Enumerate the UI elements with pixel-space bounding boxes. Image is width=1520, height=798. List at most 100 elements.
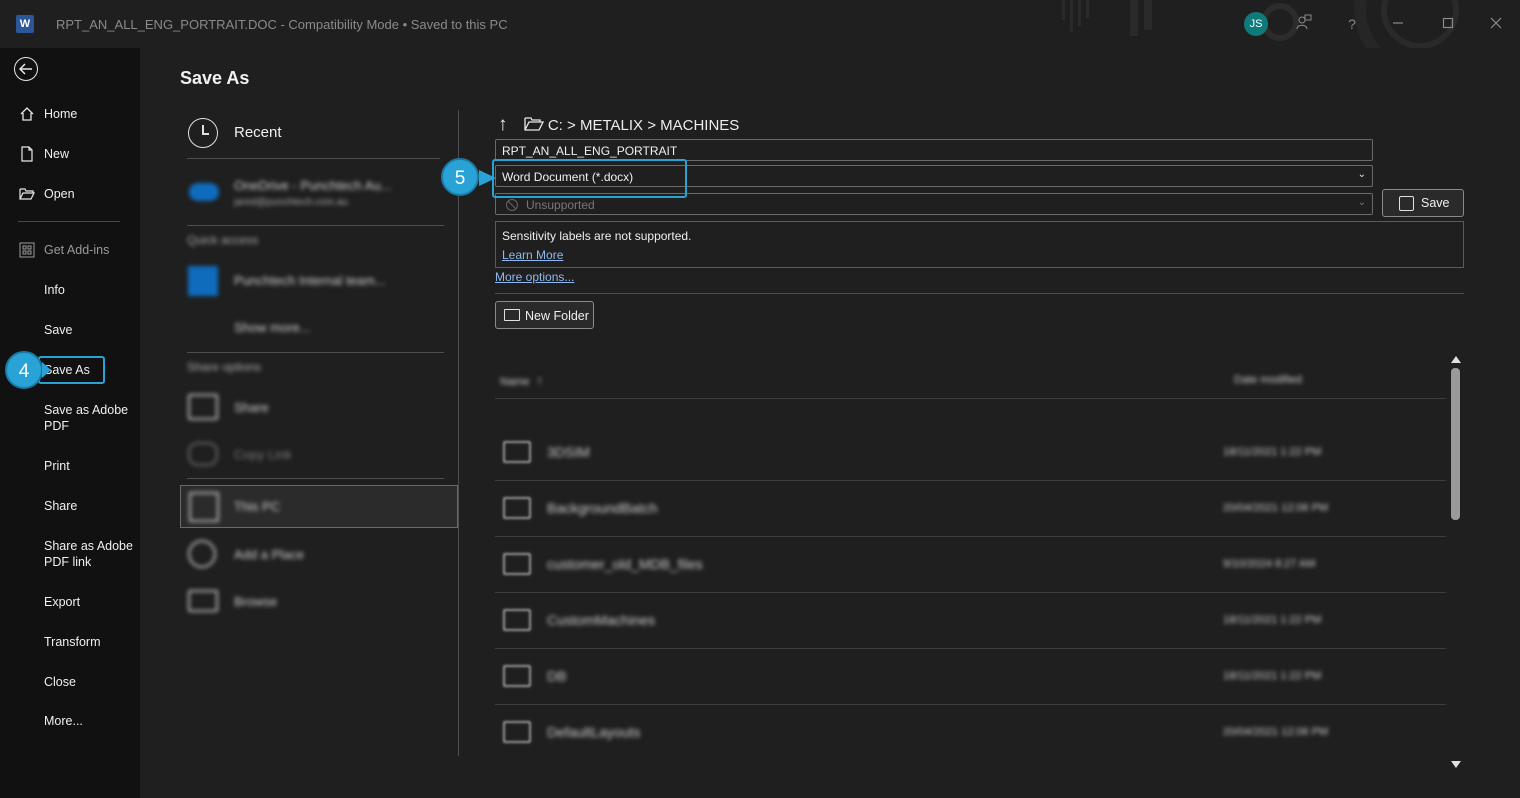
- path-separator: >: [567, 117, 576, 134]
- onedrive-icon: [189, 183, 219, 201]
- window-title: RPT_AN_ALL_ENG_PORTRAIT.DOC - Compatibil…: [56, 17, 508, 32]
- word-logo-icon: W: [16, 15, 34, 33]
- show-more-link[interactable]: Show more...: [234, 320, 311, 335]
- file-row[interactable]: DB 18/11/2021 1:22 PM: [495, 649, 1446, 703]
- nav-more[interactable]: More...: [0, 713, 140, 729]
- page-title: Save As: [180, 68, 250, 88]
- save-button[interactable]: Save: [1382, 189, 1464, 217]
- new-folder-button[interactable]: New Folder: [495, 301, 594, 329]
- path-metalix[interactable]: METALIX: [580, 117, 643, 134]
- browse-location[interactable]: Browse: [234, 594, 277, 609]
- user-avatar[interactable]: JS: [1244, 12, 1268, 36]
- column-header-name-label: Name: [500, 376, 530, 388]
- nav-share[interactable]: Share: [0, 498, 140, 514]
- pane-divider: [458, 110, 459, 756]
- add-place-location[interactable]: Add a Place: [234, 547, 304, 562]
- scroll-up-icon[interactable]: [1450, 354, 1462, 364]
- learn-more-link[interactable]: Learn More: [502, 248, 563, 262]
- folder-icon: [503, 721, 531, 743]
- help-icon[interactable]: ?: [1342, 14, 1362, 34]
- step-5-callout: 5: [441, 158, 479, 196]
- new-doc-icon: [19, 146, 35, 162]
- nav-divider: [18, 221, 120, 222]
- close-window-icon[interactable]: [1486, 14, 1506, 34]
- open-folder-icon: [19, 186, 35, 202]
- share-location[interactable]: Share: [234, 400, 269, 415]
- team-location[interactable]: Punchtech Internal team...: [234, 273, 386, 288]
- compat-mode-label: Compatibility Mode: [288, 17, 399, 32]
- up-folder-icon[interactable]: ↑: [498, 114, 508, 135]
- file-row[interactable]: DefaultLayouts 20/04/2021 12:06 PM: [495, 705, 1446, 759]
- maximize-icon[interactable]: [1438, 14, 1458, 34]
- sort-arrow-icon: ↑: [536, 373, 543, 388]
- divider: [187, 158, 440, 159]
- file-row[interactable]: BackgroundBatch 20/04/2021 12:06 PM: [495, 481, 1446, 535]
- addins-icon: [19, 242, 35, 258]
- minimize-icon[interactable]: [1388, 14, 1408, 34]
- nav-info[interactable]: Info: [0, 282, 140, 298]
- file-row[interactable]: 3DSIM 18/11/2021 1:22 PM: [495, 425, 1446, 479]
- nav-label: New: [44, 147, 70, 161]
- browse-folder-icon: [188, 590, 218, 612]
- nav-transform[interactable]: Transform: [0, 634, 140, 650]
- onedrive-location[interactable]: OneDrive - Punchtech Au...: [234, 178, 392, 193]
- filetype-highlight: [492, 159, 687, 198]
- new-folder-icon: [504, 309, 520, 321]
- copy-link-location[interactable]: Copy Link: [234, 447, 292, 462]
- path-drive[interactable]: C:: [548, 117, 563, 134]
- divider: [187, 352, 444, 353]
- save-state-label: Saved to this PC: [410, 17, 508, 32]
- file-name: DefaultLayouts: [547, 724, 641, 740]
- scroll-thumb[interactable]: [1451, 368, 1460, 520]
- column-header-name[interactable]: Name ↑: [500, 373, 543, 388]
- divider: [495, 293, 1464, 294]
- chevron-down-icon: ⌄: [1357, 197, 1366, 208]
- breadcrumb: ↑ C: > METALIX > MACHINES: [498, 114, 739, 136]
- path-machines[interactable]: MACHINES: [660, 117, 739, 134]
- callout-5-pointer: [479, 170, 496, 186]
- nav-print[interactable]: Print: [0, 458, 140, 474]
- file-row[interactable]: customer_old_MDB_files 9/10/2024 8:27 AM: [495, 537, 1446, 591]
- nav-new[interactable]: New: [0, 146, 140, 162]
- file-date: 9/10/2024 8:27 AM: [1223, 558, 1316, 570]
- folder-icon: [503, 609, 531, 631]
- sensitivity-icon: [506, 199, 518, 211]
- sensitivity-value: Unsupported: [526, 198, 595, 212]
- nav-get-addins[interactable]: Get Add-ins: [0, 242, 140, 258]
- this-pc-location[interactable]: This PC: [180, 485, 458, 528]
- save-icon: [1399, 196, 1414, 211]
- folder-icon: [503, 665, 531, 687]
- file-date: 20/04/2021 12:06 PM: [1223, 726, 1329, 738]
- nav-save[interactable]: Save: [0, 322, 140, 338]
- nav-export[interactable]: Export: [0, 594, 140, 610]
- nav-save-as-adobe-pdf[interactable]: Save as Adobe PDF: [0, 402, 130, 434]
- nav-label: Open: [44, 187, 75, 201]
- nav-close[interactable]: Close: [0, 674, 140, 690]
- share-icon: [188, 394, 218, 420]
- nav-open[interactable]: Open: [0, 186, 140, 202]
- doc-name: RPT_AN_ALL_ENG_PORTRAIT.DOC: [56, 17, 277, 32]
- nav-home[interactable]: Home: [0, 106, 140, 122]
- more-options-link[interactable]: More options...: [495, 270, 574, 284]
- divider: [187, 225, 444, 226]
- file-date: 18/11/2021 1:22 PM: [1223, 670, 1322, 682]
- column-header-date[interactable]: Date modified: [1234, 374, 1302, 386]
- nav-share-adobe-pdf-link[interactable]: Share as Adobe PDF link: [0, 538, 134, 570]
- callout-4-pointer: [42, 362, 51, 378]
- step-4-callout: 4: [5, 351, 43, 389]
- copy-link-icon: [188, 442, 218, 466]
- back-button[interactable]: [14, 57, 38, 81]
- add-place-icon: [188, 540, 216, 568]
- folder-icon: [503, 441, 531, 463]
- quick-access-heading: Quick access: [187, 233, 259, 247]
- home-icon: [19, 106, 35, 122]
- file-row[interactable]: CustomMachines 18/11/2021 1:22 PM: [495, 593, 1446, 647]
- save-label: Save: [1421, 196, 1450, 210]
- filename-input[interactable]: RPT_AN_ALL_ENG_PORTRAIT: [495, 139, 1373, 161]
- header-divider: [495, 398, 1446, 399]
- recent-location[interactable]: Recent: [234, 124, 282, 141]
- file-name: CustomMachines: [547, 612, 656, 628]
- scroll-down-icon[interactable]: [1450, 760, 1462, 770]
- folder-icon: [503, 497, 531, 519]
- coauthor-icon[interactable]: [1294, 14, 1314, 34]
